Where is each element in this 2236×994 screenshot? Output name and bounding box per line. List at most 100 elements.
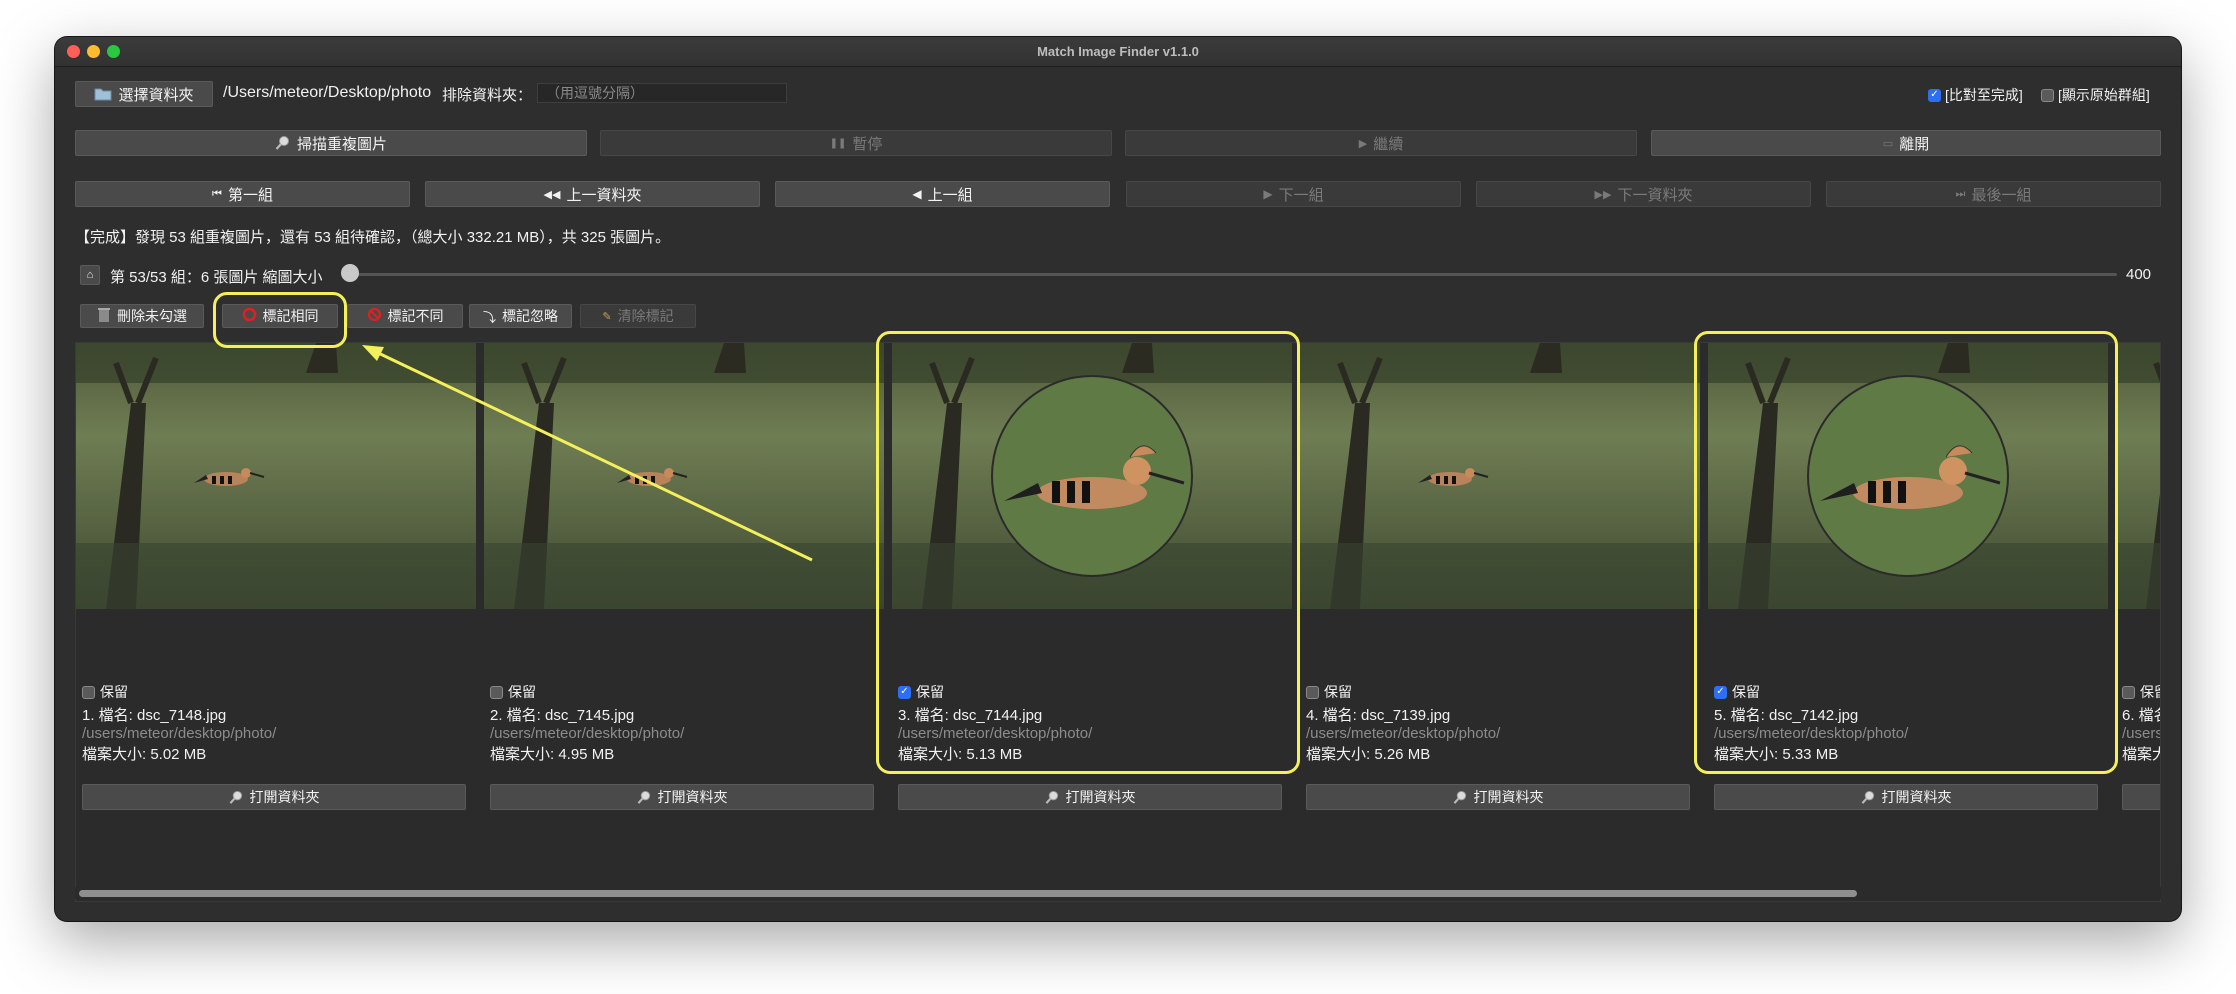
open-folder-button[interactable] (2122, 784, 2160, 810)
open-folder-label: 打開資料夾 (1881, 789, 1952, 805)
resume-label: 繼續 (1373, 135, 1404, 153)
open-folder-label: 打開資料夾 (1473, 789, 1544, 805)
file-path: /users/meteor/desktop/photo/ (490, 725, 685, 742)
fast-forward-icon: ▶▶ (1594, 188, 1612, 201)
keep-checkbox[interactable] (82, 685, 95, 699)
open-folder-button[interactable]: 打開資料夾 (1306, 784, 1690, 810)
open-folder-button[interactable]: 打開資料夾 (898, 784, 1282, 810)
first-group-label: 第一組 (227, 186, 273, 204)
clear-marks-button[interactable]: ✎ 清除標記 (580, 304, 696, 328)
image-card: 保留 6. 檔名/users 檔案大 (2116, 343, 2161, 823)
show-original-groups-option[interactable]: [顯示原始群組] (2041, 85, 2150, 105)
highlight-card-3 (876, 331, 1300, 774)
broom-icon: ✎ (602, 310, 612, 323)
clear-marks-label: 清除標記 (617, 308, 674, 324)
compare-to-end-checkbox[interactable]: ✓ (1928, 88, 1941, 102)
magnifier-icon (275, 135, 291, 151)
keep-label: 保留 (2140, 684, 2160, 700)
prev-folder-label: 上一資料夾 (566, 186, 642, 204)
leave-button[interactable]: ▭ 離開 (1651, 130, 2161, 156)
home-button[interactable]: ⌂ (80, 265, 100, 285)
keep-option[interactable]: 保留 (82, 682, 128, 702)
magnifier-icon (637, 790, 652, 805)
rewind-icon: ◀◀ (543, 188, 561, 201)
prev-group-label: 上一組 (927, 186, 973, 204)
folder-icon (94, 87, 112, 101)
trash-icon (97, 307, 111, 326)
pause-button[interactable]: ❚❚ 暫停 (600, 130, 1112, 156)
file-path: /users (2122, 725, 2161, 742)
show-original-groups-label: [顯示原始群組] (2058, 87, 2150, 103)
pause-icon: ❚❚ (829, 137, 847, 149)
first-group-button[interactable]: ⏮ 第一組 (75, 181, 410, 207)
slider-knob[interactable] (341, 264, 359, 282)
scan-label: 掃描重複圖片 (296, 135, 387, 153)
bird-photo-thumbnail[interactable] (484, 343, 884, 609)
compare-to-end-label: [比對至完成] (1945, 87, 2023, 103)
scan-button[interactable]: 掃描重複圖片 (75, 130, 587, 156)
mark-different-button[interactable]: 標記不同 (347, 304, 463, 328)
keep-option[interactable]: 保留 (490, 682, 536, 702)
keep-option[interactable]: 保留 (2122, 682, 2160, 702)
next-folder-label: 下一資料夾 (1617, 186, 1693, 204)
file-size: 檔案大小: 5.02 MB (82, 746, 207, 763)
prev-folder-button[interactable]: ◀◀ 上一資料夾 (425, 181, 760, 207)
keep-option[interactable]: 保留 (1306, 682, 1352, 702)
open-folder-button[interactable]: 打開資料夾 (82, 784, 466, 810)
image-card: 保留 4. 檔名: dsc_7139.jpg/users/meteor/deskt… (1300, 343, 1708, 823)
right-arrow-icon: ▶ (1263, 187, 1273, 201)
delete-unchecked-label: 刪除未勾選 (117, 308, 187, 324)
keep-label: 保留 (1324, 684, 1352, 700)
open-folder-button[interactable]: 打開資料夾 (490, 784, 874, 810)
compare-to-end-option[interactable]: ✓ [比對至完成] (1928, 85, 2023, 105)
magnifier-icon (229, 790, 244, 805)
next-group-button[interactable]: ▶ 下一組 (1126, 181, 1461, 207)
leave-label: 離開 (1899, 135, 1930, 153)
prev-group-button[interactable]: ◀ 上一組 (775, 181, 1110, 207)
bird-photo-thumbnail[interactable] (76, 343, 476, 609)
magnifier-icon (1861, 790, 1876, 805)
file-size: 檔案大小: 5.26 MB (1306, 746, 1431, 763)
exclude-folders-input[interactable]: （用逗號分隔） (537, 83, 787, 103)
mark-different-label: 標記不同 (387, 308, 444, 324)
keep-checkbox[interactable] (490, 685, 503, 699)
return-arrow-icon: ⤵ (482, 309, 496, 325)
choose-folder-button[interactable]: 選擇資料夾 (75, 81, 213, 107)
image-card: 保留 1. 檔名: dsc_7148.jpg/users/meteor/deskt… (76, 343, 484, 823)
bird-photo-thumbnail[interactable] (2116, 343, 2160, 609)
next-folder-button[interactable]: ▶▶ 下一資料夾 (1476, 181, 1811, 207)
file-name: 2. 檔名: dsc_7145.jpg (490, 707, 635, 724)
choose-folder-label: 選擇資料夾 (118, 86, 194, 104)
status-text: 【完成】發現 53 組重複圖片，還有 53 組待確認，（總大小 332.21 M… (75, 229, 671, 246)
show-original-groups-checkbox[interactable] (2041, 88, 2054, 102)
door-icon: ▭ (1882, 137, 1894, 150)
open-folder-button[interactable]: 打開資料夾 (1714, 784, 2098, 810)
delete-unchecked-button[interactable]: 刪除未勾選 (80, 304, 204, 328)
open-folder-label: 打開資料夾 (249, 789, 320, 805)
folder-path: /Users/meteor/Desktop/photo (223, 84, 432, 101)
pause-label: 暫停 (852, 135, 883, 153)
magnifier-icon (1045, 790, 1060, 805)
scrollbar-thumb[interactable] (79, 890, 1857, 897)
open-folder-label: 打開資料夾 (657, 789, 728, 805)
skip-last-icon: ⏭ (1955, 187, 1966, 200)
thumbnail-size-slider[interactable] (345, 273, 2117, 276)
resume-button[interactable]: ▶ 繼續 (1125, 130, 1637, 156)
open-folder-label: 打開資料夾 (1065, 789, 1136, 805)
keep-checkbox[interactable] (1306, 685, 1319, 699)
exclude-label: 排除資料夾： (442, 87, 533, 104)
file-name: 1. 檔名: dsc_7148.jpg (82, 707, 227, 724)
file-path: /users/meteor/desktop/photo/ (82, 725, 277, 742)
last-group-button[interactable]: ⏭ 最後一組 (1826, 181, 2161, 207)
mark-ignore-label: 標記忽略 (502, 308, 558, 324)
highlight-card-5 (1694, 331, 2118, 774)
image-card: 保留 2. 檔名: dsc_7145.jpg/users/meteor/deskt… (484, 343, 892, 823)
file-size: 檔案大 (2122, 746, 2160, 763)
mark-ignore-button[interactable]: ⤵ 標記忽略 (469, 304, 572, 328)
next-group-label: 下一組 (1278, 186, 1324, 204)
keep-checkbox[interactable] (2122, 685, 2135, 699)
file-path: /users/meteor/desktop/photo/ (1306, 725, 1501, 742)
bird-photo-thumbnail[interactable] (1300, 343, 1700, 609)
keep-label: 保留 (508, 684, 536, 700)
horizontal-scrollbar[interactable] (75, 887, 2161, 899)
